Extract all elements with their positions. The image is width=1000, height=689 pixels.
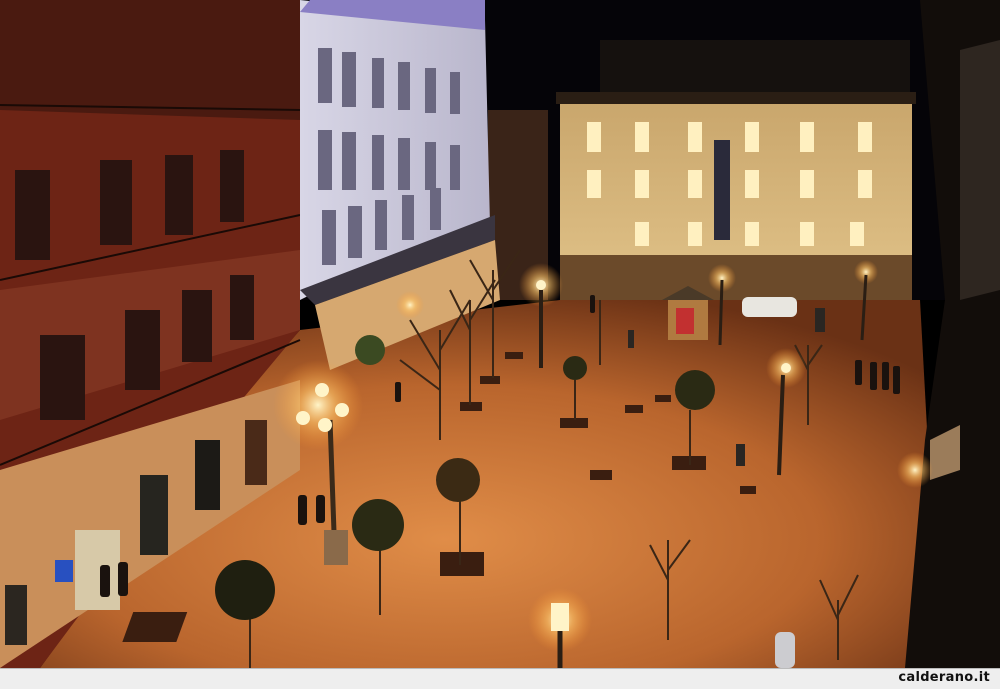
night-plaza-photo [0, 0, 1000, 668]
far-building-banner [714, 140, 730, 240]
footer-bar: calderano.it [0, 668, 1000, 689]
photographer-credit: calderano.it [898, 670, 990, 685]
parked-car [742, 297, 797, 317]
